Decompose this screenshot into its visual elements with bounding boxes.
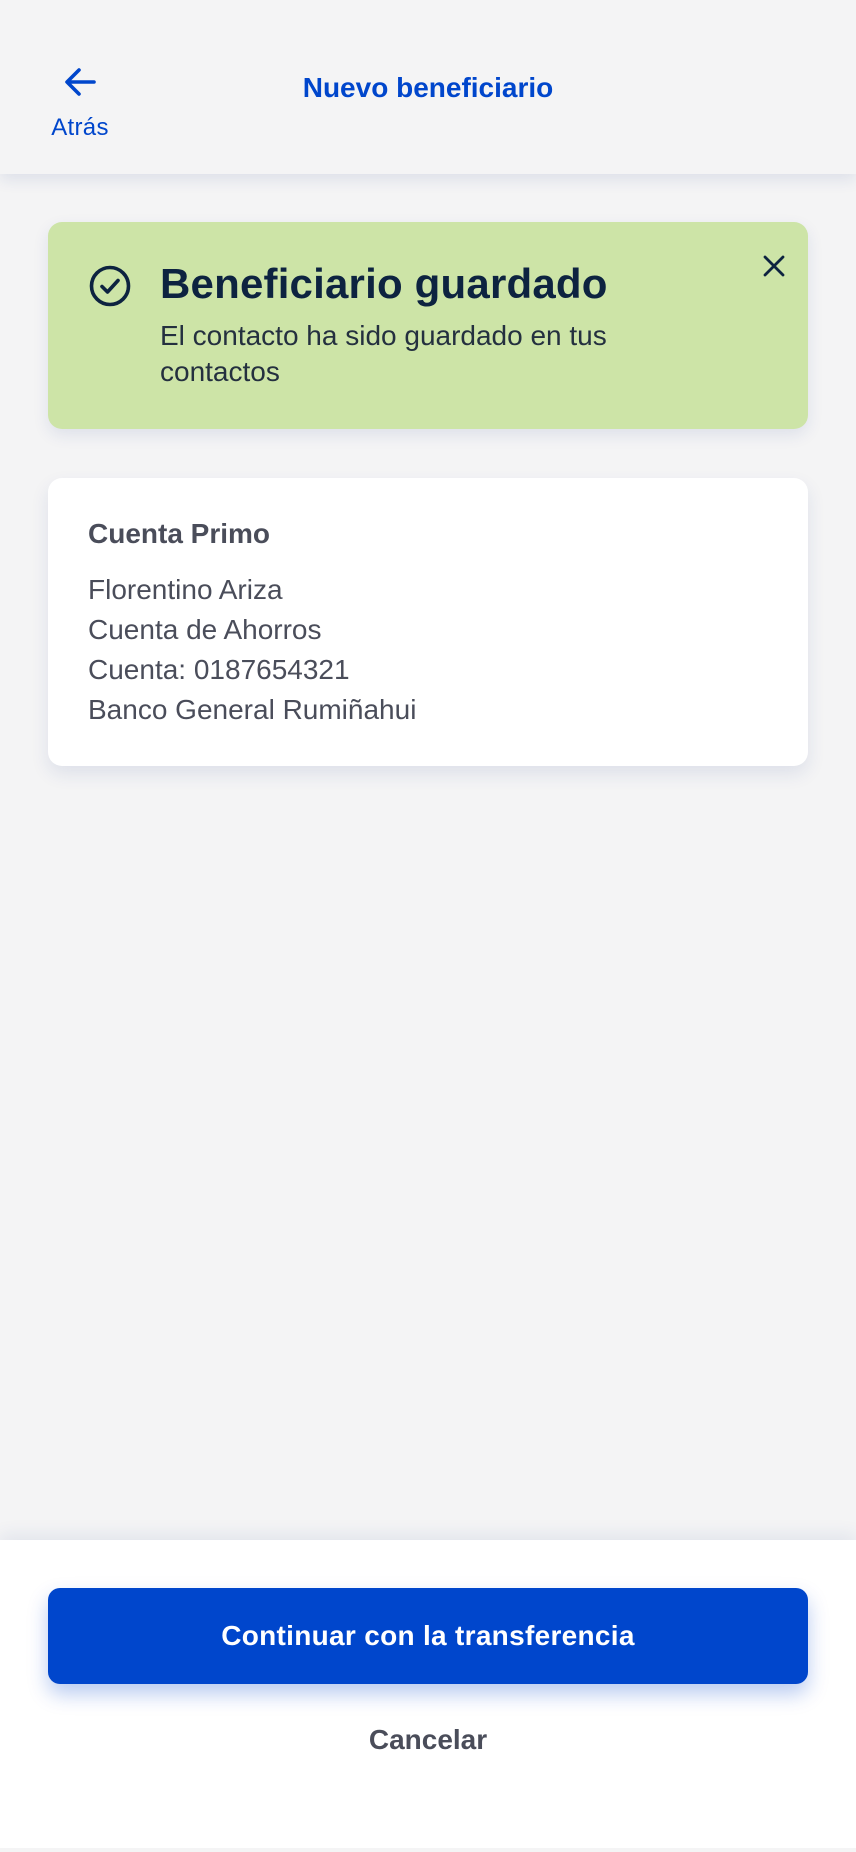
toast-title: Beneficiario guardado [160,260,608,307]
bottom-edge [0,1848,856,1852]
toast-close-button[interactable] [754,246,794,286]
beneficiary-alias: Cuenta Primo [88,518,271,549]
beneficiary-name: Florentino Ariza [88,574,283,605]
check-circle-icon [89,265,131,307]
toast-message: El contacto ha sido guardado en tus cont… [160,320,607,387]
bank-name: Banco General Rumiñahui [88,694,417,725]
beneficiary-details: Florentino Ariza Cuenta de Ahorros Cuent… [88,570,416,730]
close-icon [763,255,785,277]
page-title: Nuevo beneficiario [302,72,554,103]
continue-transfer-button[interactable]: Continuar con la transferencia [48,1588,808,1684]
bottom-action-sheet: Continuar con la transferencia Cancelar [0,1540,856,1848]
back-label: Atrás [51,114,109,141]
app-header: Atrás Nuevo beneficiario [0,0,856,174]
beneficiary-card: Cuenta Primo Florentino Ariza Cuenta de … [48,478,808,766]
account-type: Cuenta de Ahorros [88,614,322,645]
success-toast: Beneficiario guardado El contacto ha sid… [48,222,808,429]
account-number: Cuenta: 0187654321 [88,654,350,685]
screen: Atrás Nuevo beneficiario Beneficiario gu… [0,0,856,1852]
cancel-button[interactable]: Cancelar [0,1690,856,1790]
